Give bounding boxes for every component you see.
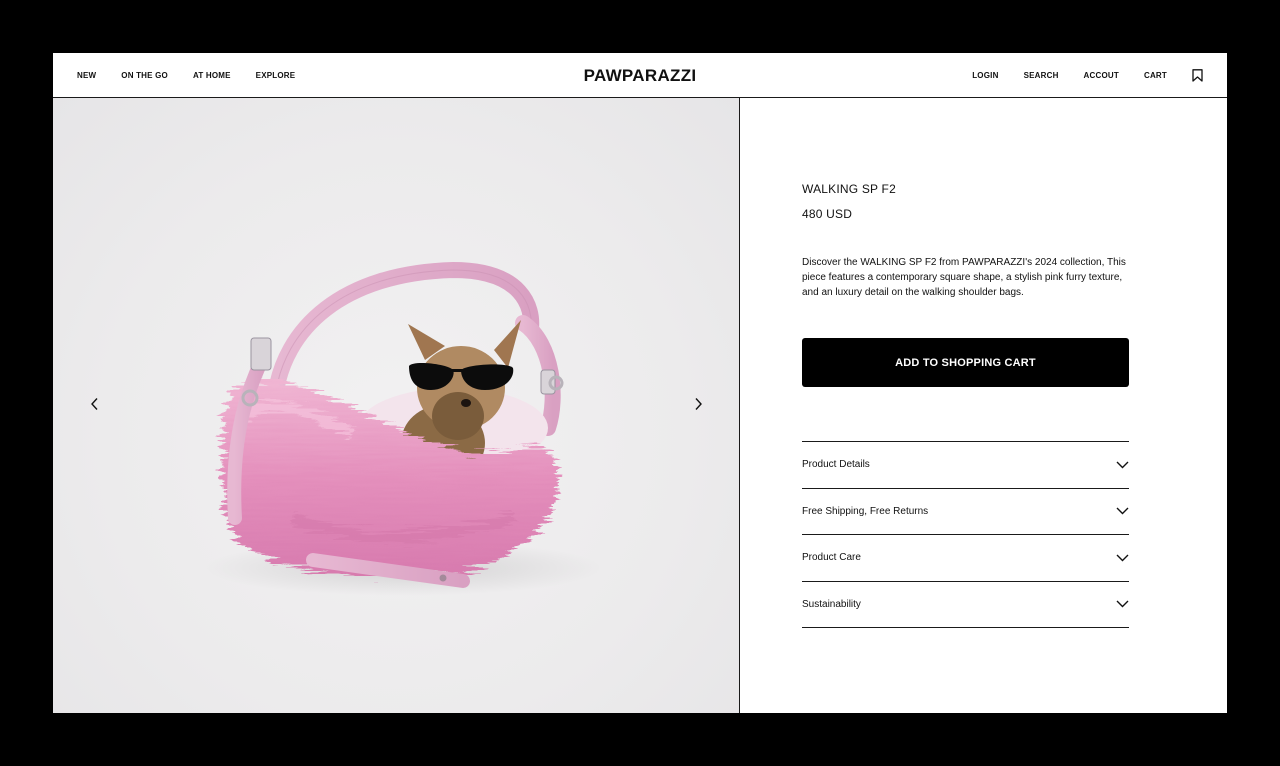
nav-link-at-home[interactable]: AT HOME [193, 71, 231, 80]
nav-link-explore[interactable]: EXPLORE [256, 71, 296, 80]
account-nav: LOGIN SEARCH ACCOUT CART [947, 53, 1203, 98]
nav-link-new[interactable]: NEW [77, 71, 96, 80]
product-info-accordion: Product Details Free Shipping, Free Retu… [802, 441, 1129, 628]
bookmark-icon[interactable] [1191, 69, 1203, 82]
nav-link-account[interactable]: ACCOUT [1084, 71, 1119, 80]
accordion-shipping-returns[interactable]: Free Shipping, Free Returns [802, 487, 1129, 535]
add-to-cart-button[interactable]: ADD TO SHOPPING CART [802, 338, 1129, 387]
nav-link-cart[interactable]: CART [1144, 71, 1167, 80]
accordion-label: Free Shipping, Free Returns [802, 505, 929, 517]
product-photo [203, 261, 603, 596]
accordion-label: Product Care [802, 552, 861, 564]
product-description: Discover the WALKING SP F2 from PAWPARAZ… [802, 257, 1126, 298]
accordion-label: Sustainability [802, 598, 861, 610]
chevron-down-icon [1115, 553, 1129, 563]
product-image-gallery [53, 98, 740, 713]
product-details-panel: WALKING SP F2 480 USD Discover the WALKI… [740, 98, 1227, 713]
chevron-down-icon [1115, 506, 1129, 516]
product-title: WALKING SP F2 [802, 182, 896, 196]
gallery-next-button[interactable] [688, 394, 708, 414]
gallery-prev-button[interactable] [85, 394, 105, 414]
page-frame: NEW ON THE GO AT HOME EXPLORE PAWPARAZZI… [53, 53, 1227, 713]
top-navigation: NEW ON THE GO AT HOME EXPLORE PAWPARAZZI… [53, 53, 1227, 98]
nav-link-login[interactable]: LOGIN [972, 71, 998, 80]
chevron-left-icon [91, 398, 98, 410]
product-price: 480 USD [802, 207, 853, 221]
accordion-label: Product Details [802, 459, 870, 471]
accordion-product-details[interactable]: Product Details [802, 441, 1129, 488]
chevron-down-icon [1115, 599, 1129, 609]
primary-nav: NEW ON THE GO AT HOME EXPLORE [77, 53, 320, 98]
accordion-product-care[interactable]: Product Care [802, 534, 1129, 581]
accordion-sustainability[interactable]: Sustainability [802, 580, 1129, 628]
nav-link-search[interactable]: SEARCH [1024, 71, 1059, 80]
nav-link-on-the-go[interactable]: ON THE GO [121, 71, 168, 80]
chevron-down-icon [1115, 460, 1129, 470]
chevron-right-icon [695, 398, 702, 410]
